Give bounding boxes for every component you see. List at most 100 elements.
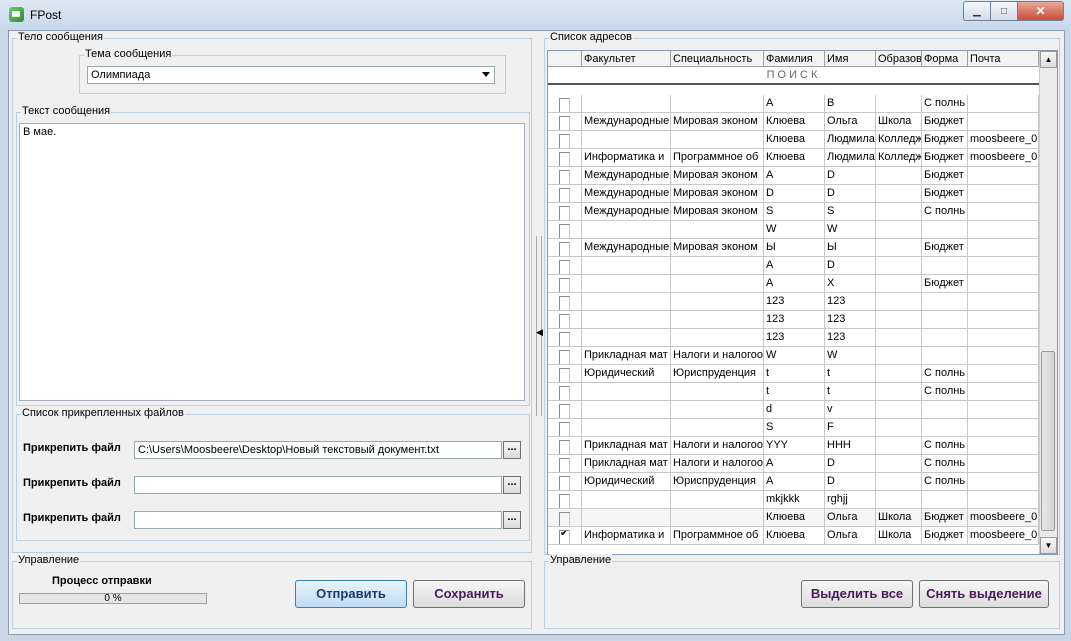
table-cell xyxy=(582,509,671,527)
column-header[interactable] xyxy=(548,51,582,67)
row-checkbox[interactable] xyxy=(559,368,570,382)
row-checkbox-cell xyxy=(548,203,582,221)
table-row[interactable]: Клюева Людмила Колледж Бюджет moosbeere_0( xyxy=(548,131,1039,149)
row-checkbox[interactable] xyxy=(559,530,570,544)
row-checkbox[interactable] xyxy=(559,440,570,454)
row-checkbox[interactable] xyxy=(559,332,570,346)
row-checkbox[interactable] xyxy=(559,170,570,184)
row-checkbox[interactable] xyxy=(559,242,570,256)
table-row[interactable]: Прикладная мат Налоги и налогоо YYY HHH С по… xyxy=(548,437,1039,455)
table-row[interactable]: Юридический Юриспруденция t t С полнь xyxy=(548,365,1039,383)
minimize-button[interactable]: ▁ xyxy=(963,1,990,21)
column-header[interactable]: Форма xyxy=(922,51,968,67)
row-checkbox[interactable] xyxy=(559,116,570,130)
table-row[interactable]: mkjkkk rghjj xyxy=(548,491,1039,509)
scroll-up-icon[interactable]: ▲ xyxy=(1040,51,1057,68)
column-header[interactable]: Специальность xyxy=(671,51,764,67)
column-header[interactable]: Образов xyxy=(876,51,922,67)
table-cell xyxy=(968,95,1039,113)
table-cell xyxy=(876,95,922,113)
row-checkbox[interactable] xyxy=(559,224,570,238)
browse-button-1[interactable]: ... xyxy=(503,441,521,459)
table-row[interactable]: АВ С полнь xyxy=(548,95,1039,113)
row-checkbox[interactable] xyxy=(559,512,570,526)
row-checkbox[interactable] xyxy=(559,98,570,112)
vertical-scrollbar[interactable]: ▲ ▼ xyxy=(1039,51,1057,554)
chevron-down-icon[interactable] xyxy=(482,72,490,77)
table-cell: 123 xyxy=(825,329,876,347)
attach-file-input-2[interactable] xyxy=(134,476,502,494)
row-checkbox[interactable] xyxy=(559,476,570,490)
row-checkbox-cell xyxy=(548,293,582,311)
table-cell: Бюджет xyxy=(922,239,968,257)
close-button[interactable]: ✕ xyxy=(1017,1,1064,21)
table-cell: Международные xyxy=(582,113,671,131)
table-cell xyxy=(922,419,968,437)
table-cell xyxy=(582,221,671,239)
table-row[interactable]: Прикладная мат Налоги и налогоо А D С полнь xyxy=(548,455,1039,473)
deselect-all-button[interactable]: Снять выделение xyxy=(919,580,1049,608)
message-text-area[interactable]: В мае. xyxy=(19,123,525,401)
table-row[interactable]: SF xyxy=(548,419,1039,437)
table-row[interactable]: Клюева Ольга Школа Бюджет moosbeere_0( xyxy=(548,509,1039,527)
table-cell: Юридический xyxy=(582,473,671,491)
save-button[interactable]: Сохранить xyxy=(413,580,525,608)
column-header[interactable]: Имя xyxy=(825,51,876,67)
table-row[interactable]: Международные Мировая эконом S S С полнь xyxy=(548,203,1039,221)
table-row[interactable]: Международные Мировая эконом D D Бюджет xyxy=(548,185,1039,203)
splitter-handle[interactable] xyxy=(536,236,542,416)
row-checkbox[interactable] xyxy=(559,458,570,472)
row-checkbox-cell xyxy=(548,401,582,419)
row-checkbox[interactable] xyxy=(559,422,570,436)
collapse-arrow-icon[interactable]: ◀ xyxy=(536,327,543,338)
column-header[interactable]: Факультет xyxy=(582,51,671,67)
table-cell: D xyxy=(825,185,876,203)
table-cell xyxy=(968,293,1039,311)
row-checkbox[interactable] xyxy=(559,260,570,274)
row-checkbox[interactable] xyxy=(559,188,570,202)
search-bar[interactable]: ПОИСК xyxy=(548,68,1039,85)
table-row[interactable]: 123 123 xyxy=(548,311,1039,329)
row-checkbox[interactable] xyxy=(559,386,570,400)
table-row[interactable]: АD xyxy=(548,257,1039,275)
table-row[interactable]: Международные Мировая эконом Ы Ы Бюджет xyxy=(548,239,1039,257)
send-button[interactable]: Отправить xyxy=(295,580,407,608)
row-checkbox[interactable] xyxy=(559,296,570,310)
browse-button-2[interactable]: ... xyxy=(503,476,521,494)
attach-file-input-3[interactable] xyxy=(134,511,502,529)
scroll-thumb[interactable] xyxy=(1041,351,1055,531)
subject-combobox[interactable]: Олимпиада xyxy=(87,66,495,84)
column-header[interactable]: Почта xyxy=(968,51,1039,67)
table-cell xyxy=(968,311,1039,329)
row-checkbox[interactable] xyxy=(559,206,570,220)
row-checkbox[interactable] xyxy=(559,314,570,328)
table-row[interactable]: Информатика и Программное об Клюева Людмила… xyxy=(548,149,1039,167)
attach-file-input-1[interactable]: C:\Users\Moosbeere\Desktop\Новый текстов… xyxy=(134,441,502,459)
row-checkbox[interactable] xyxy=(559,350,570,364)
table-cell xyxy=(922,347,968,365)
maximize-button[interactable]: □ xyxy=(990,1,1017,21)
scroll-down-icon[interactable]: ▼ xyxy=(1040,537,1057,554)
table-cell: Международные xyxy=(582,239,671,257)
table-row[interactable]: Международные Мировая эконом Клюева Ольга Шк… xyxy=(548,113,1039,131)
row-checkbox[interactable] xyxy=(559,152,570,166)
row-checkbox[interactable] xyxy=(559,494,570,508)
table-cell: С полнь xyxy=(922,455,968,473)
column-header[interactable]: Фамилия xyxy=(764,51,825,67)
table-row[interactable]: А Х Бюджет xyxy=(548,275,1039,293)
table-row[interactable]: Юридический Юриспруденция А D С полнь xyxy=(548,473,1039,491)
table-row[interactable]: 123 123 xyxy=(548,329,1039,347)
table-cell xyxy=(671,221,764,239)
table-row[interactable]: Международные Мировая эконом А D Бюджет xyxy=(548,167,1039,185)
table-row[interactable]: dv xyxy=(548,401,1039,419)
select-all-button[interactable]: Выделить все xyxy=(801,580,913,608)
table-row[interactable]: 123 123 xyxy=(548,293,1039,311)
table-row[interactable]: Прикладная мат Налоги и налогоо W W xyxy=(548,347,1039,365)
browse-button-3[interactable]: ... xyxy=(503,511,521,529)
row-checkbox[interactable] xyxy=(559,278,570,292)
row-checkbox[interactable] xyxy=(559,404,570,418)
table-row[interactable]: WW xyxy=(548,221,1039,239)
table-row[interactable]: Информатика иПрограммное обКлюеваОльгаШк… xyxy=(548,527,1039,545)
table-row[interactable]: tt С полнь xyxy=(548,383,1039,401)
row-checkbox[interactable] xyxy=(559,134,570,148)
